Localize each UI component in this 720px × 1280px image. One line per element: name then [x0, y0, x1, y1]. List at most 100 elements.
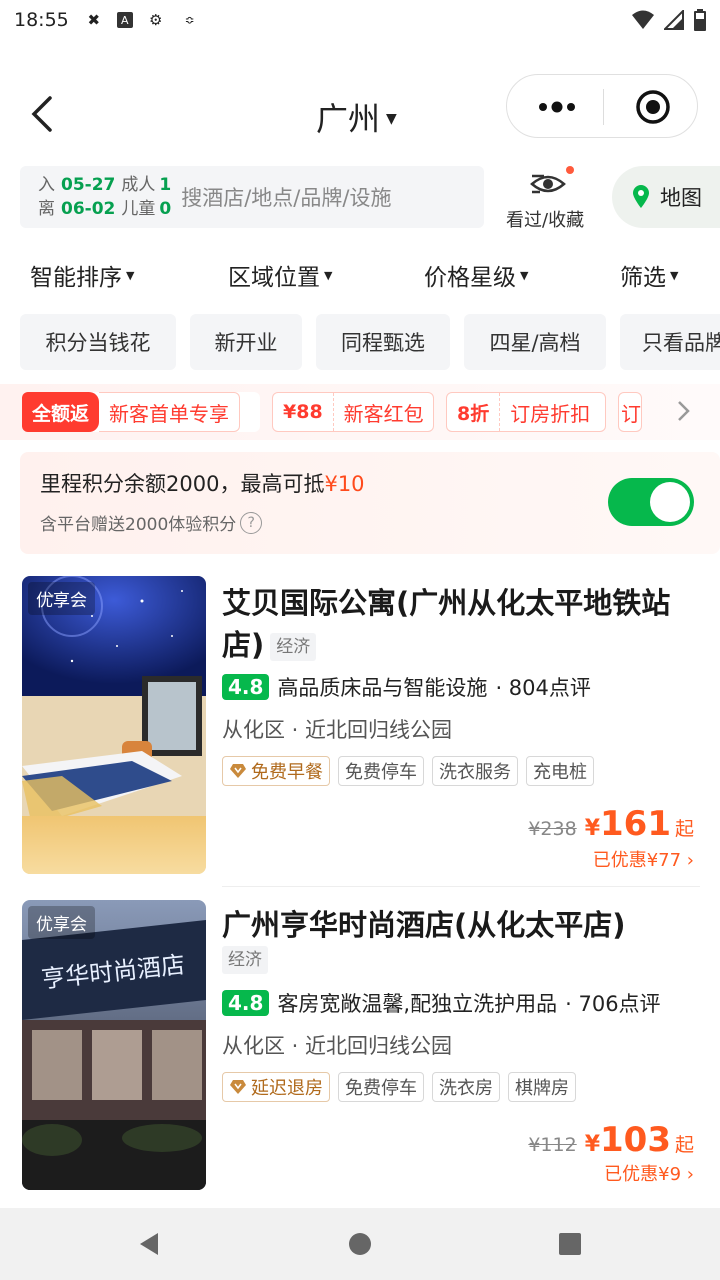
rating-score: 4.8	[222, 990, 270, 1016]
viewed-favorites-button[interactable]: 看过/收藏	[506, 166, 590, 231]
chip[interactable]: 只看品牌	[620, 314, 720, 370]
caret-down-icon: ▼	[670, 268, 679, 282]
hotel-tag: 延迟退房	[222, 1072, 330, 1102]
hotel-highlight: 高品质床品与智能设施	[277, 676, 488, 700]
card-divider	[222, 886, 700, 887]
promo-tag: 8折	[447, 393, 501, 431]
hotel-name[interactable]: 广州亨华时尚酒店(从化太平店)	[222, 904, 702, 946]
sort-price-star[interactable]: 价格星级 ▼	[424, 258, 528, 292]
hotel-tag: 免费停车	[338, 756, 424, 786]
search-row: 入 05-27 成人 1 离 06-02 儿童 0 搜酒店/地点/品牌/设施 看过/收藏 地…	[20, 166, 720, 231]
discount-text: 已优惠¥9	[604, 1164, 682, 1185]
back-triangle-icon[interactable]	[136, 1230, 164, 1258]
back-arrow-icon[interactable]	[24, 92, 64, 136]
signal-icon	[664, 10, 684, 30]
checkout-date: 06-02	[61, 199, 116, 219]
chevron-right-icon: ›	[686, 1164, 694, 1185]
search-input[interactable]: 搜酒店/地点/品牌/设施	[181, 182, 391, 212]
sort-label: 筛选	[620, 265, 666, 291]
recents-square-icon[interactable]	[556, 1230, 584, 1258]
original-price: ¥112	[528, 1134, 577, 1156]
hotel-tag: 棋牌房	[508, 1072, 576, 1102]
wrench-icon: ✖	[87, 11, 101, 29]
chip[interactable]: 新开业	[190, 314, 302, 370]
sort-label: 智能排序	[30, 265, 122, 291]
hotel-tag: 免费停车	[338, 1072, 424, 1102]
review-count: · 804点评	[495, 676, 591, 700]
discount-link[interactable]: 已优惠¥77 ›	[593, 846, 694, 872]
checkout-label: 离	[38, 199, 55, 219]
sort-filter[interactable]: 筛选 ▼	[620, 258, 678, 292]
hotel-card[interactable]: 优享会 艾贝国际公寓(广州从化太平地铁站店) 经济 4.8 高品质床品与智能设施 …	[0, 576, 720, 876]
promo-text: 新客首单专享	[99, 392, 241, 432]
hotel-highlight: 客房宽敞温馨,配独立洗护用品	[277, 992, 558, 1016]
map-button[interactable]: 地图	[612, 166, 720, 228]
promo-banner: 全额返 新客首单专享 ¥88 新客红包 8折 订房折扣 订	[0, 384, 720, 440]
hotel-card[interactable]: 亨华时尚酒店 优享会 广州亨华时尚酒店(从化太平店) 经济 4.8 客房宽敞温馨…	[0, 900, 720, 1192]
points-amount: ¥10	[324, 472, 365, 496]
map-label: 地图	[660, 186, 702, 210]
toggle-knob	[650, 482, 690, 522]
sliders-icon: ≎	[184, 13, 195, 27]
price-row: ¥112 ¥ 103 起	[528, 1120, 694, 1160]
price-row: ¥238 ¥ 161 起	[528, 804, 694, 844]
hotel-tag: 洗衣服务	[432, 756, 518, 786]
points-banner: 里程积分余额2000，最高可抵¥10 含平台赠送2000体验积分 ?	[20, 452, 720, 554]
home-circle-icon[interactable]	[346, 1230, 374, 1258]
hotel-room-photo	[22, 576, 206, 874]
hotel-location: 从化区 · 近北回归线公园	[222, 1034, 453, 1058]
review-count: · 706点评	[565, 992, 661, 1016]
caret-down-icon: ▼	[520, 268, 529, 282]
more-icon[interactable]	[537, 99, 577, 115]
promo-more[interactable]: 订	[618, 392, 642, 432]
chip[interactable]: 同程甄选	[316, 314, 450, 370]
points-note: 含平台赠送2000体验积分 ?	[40, 510, 263, 535]
promo-red-packet[interactable]: ¥88 新客红包	[272, 392, 434, 432]
chip[interactable]: 积分当钱花	[20, 314, 176, 370]
adults-count: 1	[159, 175, 172, 195]
date-guest-selector[interactable]: 入 05-27 成人 1 离 06-02 儿童 0	[20, 173, 171, 221]
children-count: 0	[159, 199, 172, 219]
hotel-tags: 延迟退房 免费停车 洗衣房 棋牌房	[222, 1072, 576, 1102]
sort-label: 区域位置	[228, 265, 320, 291]
current-price: 103	[600, 1120, 671, 1160]
points-toggle[interactable]	[608, 478, 694, 526]
search-box[interactable]: 入 05-27 成人 1 离 06-02 儿童 0 搜酒店/地点/品牌/设施	[20, 166, 484, 228]
hotel-tag-text: 免费早餐	[251, 762, 323, 783]
chevron-right-icon[interactable]	[674, 396, 694, 426]
chip[interactable]: 四星/高档	[464, 314, 606, 370]
capsule-divider	[603, 89, 604, 125]
hotel-tags: 免费早餐 免费停车 洗衣服务 充电桩	[222, 756, 594, 786]
hotel-grade: 经济	[270, 633, 317, 661]
hotel-name[interactable]: 艾贝国际公寓(广州从化太平地铁站店) 经济	[222, 582, 702, 666]
eye-icon	[530, 174, 566, 194]
rating-row: 4.8 客房宽敞温馨,配独立洗护用品 · 706点评	[222, 988, 661, 1018]
member-badge: 优享会	[28, 582, 95, 615]
viewed-label: 看过/收藏	[506, 210, 585, 231]
promo-discount[interactable]: 8折 订房折扣	[446, 392, 606, 432]
discount-link[interactable]: 已优惠¥9 ›	[604, 1160, 694, 1186]
city-selector[interactable]: 广州 ▼	[316, 94, 397, 140]
diamond-heart-icon	[230, 1080, 246, 1094]
hotel-tag: 免费早餐	[222, 756, 330, 786]
header: 广州 ▼	[0, 70, 720, 160]
sort-area[interactable]: 区域位置 ▼	[228, 258, 332, 292]
hotel-image[interactable]: 亨华时尚酒店 优享会	[22, 900, 206, 1190]
current-price: 161	[600, 804, 671, 844]
battery-icon	[694, 9, 706, 31]
hotel-image[interactable]: 优享会	[22, 576, 206, 874]
promo-text: 新客红包	[343, 401, 424, 426]
rating-row: 4.8 高品质床品与智能设施 · 804点评	[222, 672, 591, 702]
sort-smart[interactable]: 智能排序 ▼	[30, 258, 134, 292]
points-balance: 里程积分余额2000，最高可抵¥10	[40, 468, 365, 498]
price-suffix: 起	[674, 818, 694, 840]
diamond-heart-icon	[230, 764, 246, 778]
quick-filter-chips: 积分当钱花 新开业 同程甄选 四星/高档 只看品牌	[0, 314, 720, 370]
help-icon[interactable]: ?	[240, 511, 263, 534]
adults-label: 成人	[121, 175, 156, 195]
promo-tag: ¥88	[273, 393, 334, 431]
hotel-facade-photo: 亨华时尚酒店	[22, 900, 206, 1190]
a-icon: A	[116, 12, 133, 28]
close-miniapp-icon[interactable]	[635, 89, 671, 125]
promo-full-rebate[interactable]: 全额返 新客首单专享	[22, 392, 260, 432]
